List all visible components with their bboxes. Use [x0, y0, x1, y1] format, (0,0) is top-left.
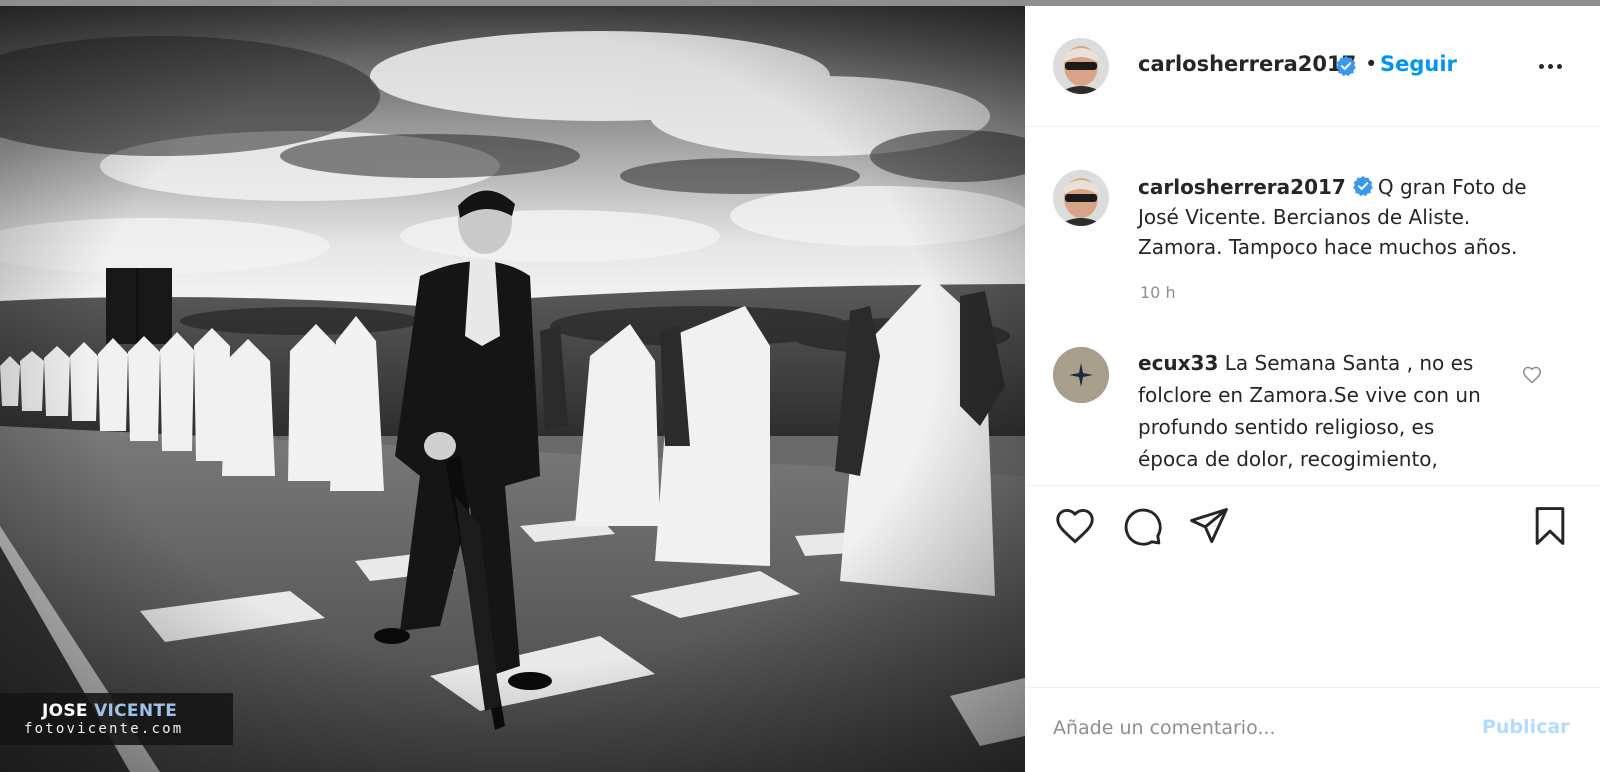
photo-watermark: JOSE VICENTE fotovicente.com: [0, 693, 233, 745]
comment-username[interactable]: ecux33: [1138, 351, 1218, 375]
post-side-panel: carlosherrera2017 • Seguir carlosherrera…: [1025, 6, 1600, 772]
comment-button[interactable]: [1120, 504, 1164, 548]
save-button[interactable]: [1528, 504, 1572, 548]
comments-section[interactable]: carlosherrera2017 Q gran Foto de José Vi…: [1025, 127, 1600, 485]
header-username[interactable]: carlosherrera2017: [1138, 52, 1356, 76]
paper-plane-icon: [1190, 508, 1228, 544]
avatar[interactable]: [1053, 38, 1109, 94]
more-options-icon[interactable]: [1535, 56, 1575, 76]
add-comment-bar: Publicar: [1025, 687, 1600, 772]
follow-button[interactable]: Seguir: [1380, 52, 1457, 76]
caption-text-block: carlosherrera2017 Q gran Foto de José Vi…: [1138, 172, 1558, 262]
heart-outline-icon[interactable]: [1522, 365, 1542, 385]
comment-input[interactable]: [1053, 706, 1453, 750]
profile-picture: [1053, 170, 1109, 226]
share-button[interactable]: [1187, 504, 1231, 548]
compass-star-icon: [1053, 347, 1109, 403]
post-timestamp[interactable]: 10 h: [1140, 283, 1176, 302]
bookmark-icon: [1535, 507, 1565, 545]
avatar[interactable]: [1053, 347, 1109, 403]
post-header: carlosherrera2017 • Seguir: [1025, 6, 1600, 127]
photo-image: [0, 6, 1025, 772]
watermark-title: JOSE VICENTE: [42, 701, 178, 721]
profile-picture: [1053, 38, 1109, 94]
like-button[interactable]: [1053, 504, 1097, 548]
heart-outline-icon: [1056, 508, 1094, 544]
comment-item: ecux33 La Semana Santa , no es folclore …: [1025, 335, 1600, 485]
caption-username[interactable]: carlosherrera2017: [1138, 175, 1346, 199]
verified-badge-icon: [1336, 55, 1356, 77]
avatar[interactable]: [1053, 170, 1109, 226]
verified-badge-icon: [1352, 175, 1373, 197]
post-caption: carlosherrera2017 Q gran Foto de José Vi…: [1025, 127, 1600, 317]
comment-bubble-icon: [1124, 508, 1162, 546]
post-actions-bar: [1025, 485, 1600, 565]
post-photo[interactable]: JOSE VICENTE fotovicente.com: [0, 6, 1025, 772]
publish-button[interactable]: Publicar: [1482, 716, 1570, 738]
watermark-site: fotovicente.com: [24, 721, 184, 737]
comment-text-block: ecux33 La Semana Santa , no es folclore …: [1138, 347, 1498, 475]
separator-dot: •: [1365, 52, 1378, 76]
